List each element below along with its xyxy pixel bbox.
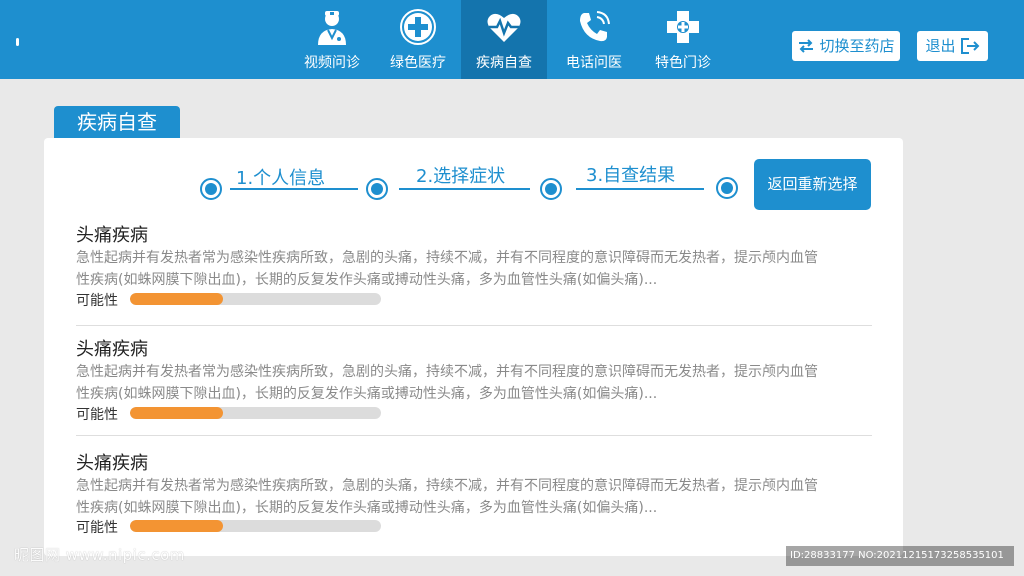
nav-item-special-clinic[interactable]: 特色门诊 — [640, 0, 726, 79]
logout-button[interactable]: 退出 — [917, 31, 988, 61]
nav-item-phone-consult[interactable]: 电话问医 — [551, 0, 637, 79]
swap-arrows-icon — [799, 39, 814, 53]
self-check-card: 1.个人信息 2.选择症状 3.自查结果 返回重新选择 头痛疾病 急性起病并有发… — [44, 138, 903, 556]
result-description-line: 急性起病并有发热者常为感染性疾病所致，急剧的头痛，持续不减，并有不同程度的意识障… — [76, 478, 818, 494]
divider — [76, 435, 872, 436]
step-dot — [366, 178, 388, 200]
probability-label: 可能性 — [76, 520, 118, 536]
step-label-personal-info: 1.个人信息 — [236, 168, 326, 189]
probability-label: 可能性 — [76, 407, 118, 423]
medical-cross-icon — [400, 9, 436, 45]
step-dot — [540, 178, 562, 200]
probability-bar — [130, 293, 381, 305]
result-description-line: 急性起病并有发热者常为感染性疾病所致，急剧的头痛，持续不减，并有不同程度的意识障… — [76, 250, 818, 266]
logout-label: 退出 — [925, 37, 956, 55]
watermark-id: ID:28833177 NO:20211215173258535101 — [786, 546, 1014, 566]
step-dot — [200, 178, 222, 200]
result-title: 头痛疾病 — [76, 225, 148, 246]
probability-bar — [130, 407, 381, 419]
result-description: 急性起病并有发热者常为感染性疾病所致，急剧的头痛，持续不减，并有不同程度的意识障… — [76, 475, 876, 519]
watermark-logo: 昵图网 www.nipic.com — [14, 546, 185, 564]
logout-icon — [960, 38, 979, 54]
result-description-line: 性疾病(如蛛网膜下隙出血)，长期的反复发作头痛或搏动性头痛，多为血管性头痛(如偏… — [76, 272, 658, 288]
reselect-button[interactable]: 返回重新选择 — [754, 159, 871, 210]
phone-icon — [580, 11, 610, 42]
step-line — [399, 188, 530, 190]
nav-label: 绿色医疗 — [390, 55, 446, 71]
nav-label: 疾病自查 — [476, 55, 532, 71]
divider — [76, 325, 872, 326]
nav-label: 视频问诊 — [304, 55, 360, 71]
heartbeat-icon — [487, 13, 521, 42]
probability-bar-fill — [130, 520, 223, 532]
result-description: 急性起病并有发热者常为感染性疾病所致，急剧的头痛，持续不减，并有不同程度的意识障… — [76, 361, 876, 405]
result-description-line: 性疾病(如蛛网膜下隙出血)，长期的反复发作头痛或搏动性头痛，多为血管性头痛(如偏… — [76, 500, 658, 516]
status-dot — [16, 38, 19, 46]
switch-store-button[interactable]: 切换至药店 — [792, 31, 900, 61]
page-title-tab: 疾病自查 — [54, 106, 180, 138]
result-title: 头痛疾病 — [76, 339, 148, 360]
result-description: 急性起病并有发热者常为感染性疾病所致，急剧的头痛，持续不减，并有不同程度的意识障… — [76, 247, 876, 291]
nav-item-green-medical[interactable]: 绿色医疗 — [375, 0, 461, 79]
top-navigation-bar: 视频问诊 绿色医疗 疾病自查 电话问医 特色门诊 切换至药店 退出 — [0, 0, 1024, 79]
probability-bar-fill — [130, 407, 223, 419]
step-dot — [716, 177, 738, 199]
result-description-line: 性疾病(如蛛网膜下隙出血)，长期的反复发作头痛或搏动性头痛，多为血管性头痛(如偏… — [76, 386, 658, 402]
clinic-cross-icon — [667, 11, 699, 43]
probability-bar-fill — [130, 293, 223, 305]
step-line — [576, 188, 704, 190]
doctor-icon — [318, 11, 346, 45]
nav-label: 电话问医 — [566, 55, 622, 71]
step-label-check-results: 3.自查结果 — [586, 165, 676, 186]
nav-item-self-check[interactable]: 疾病自查 — [461, 0, 547, 79]
switch-store-label: 切换至药店 — [819, 37, 895, 55]
nav-item-video-consult[interactable]: 视频问诊 — [289, 0, 375, 79]
step-label-select-symptoms: 2.选择症状 — [416, 166, 506, 187]
probability-bar — [130, 520, 381, 532]
probability-label: 可能性 — [76, 293, 118, 309]
result-title: 头痛疾病 — [76, 453, 148, 474]
nav-label: 特色门诊 — [655, 55, 711, 71]
result-description-line: 急性起病并有发热者常为感染性疾病所致，急剧的头痛，持续不减，并有不同程度的意识障… — [76, 364, 818, 380]
